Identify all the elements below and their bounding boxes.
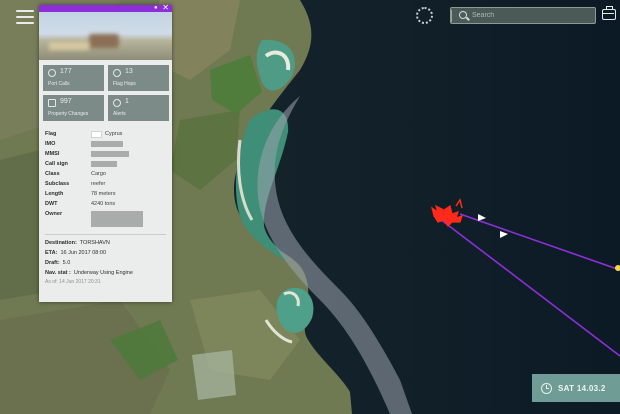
pin-icon[interactable]: ● bbox=[154, 5, 160, 11]
detail-label: Owner bbox=[45, 211, 63, 217]
tile-property-changes[interactable]: 997 Property Changes bbox=[43, 95, 104, 121]
redacted-value bbox=[91, 161, 117, 167]
detail-label: Flag bbox=[45, 131, 57, 137]
detail-row-flag: Flag Cyprus bbox=[45, 129, 166, 139]
tile-count: 1 bbox=[125, 98, 129, 105]
detail-label: Call sign bbox=[45, 161, 68, 167]
detail-row-imo: IMO bbox=[45, 139, 166, 149]
tile-label: Alerts bbox=[113, 111, 126, 117]
detail-row-subclass: Subclass reefer bbox=[45, 179, 166, 189]
search-input[interactable] bbox=[472, 12, 592, 19]
menu-icon[interactable] bbox=[16, 10, 34, 24]
detail-row-class: Class Cargo bbox=[45, 169, 166, 179]
voyage-label: ETA: bbox=[45, 250, 58, 256]
flag-image bbox=[91, 130, 102, 138]
panel-header-bar: ● ✕ bbox=[39, 4, 172, 12]
voyage-value: Underway Using Engine bbox=[73, 270, 133, 276]
vessel-details: Flag Cyprus IMO MMSI Call sign Class Car… bbox=[39, 125, 172, 229]
id-card-icon bbox=[48, 99, 56, 107]
voyage-eta: ETA: 16 Jun 2017 08:00 bbox=[45, 248, 166, 258]
detail-value: Cargo bbox=[91, 171, 106, 177]
bell-icon bbox=[113, 99, 121, 107]
detail-label: IMO bbox=[45, 141, 56, 147]
direction-arrow-icon bbox=[478, 214, 486, 221]
clock-icon bbox=[541, 382, 552, 394]
loading-icon bbox=[416, 7, 433, 24]
tile-count: 13 bbox=[125, 68, 133, 75]
position-dot bbox=[615, 265, 620, 271]
voyage-draft: Draft: 5.0 bbox=[45, 258, 166, 268]
detail-label: Length bbox=[45, 191, 64, 197]
tile-flag-hops[interactable]: 13 Flag Hops bbox=[108, 65, 169, 91]
divider bbox=[45, 234, 166, 235]
tile-port-calls[interactable]: 177 Port Calls bbox=[43, 65, 104, 91]
timeline-date: SAT 14.03.2 bbox=[558, 383, 606, 393]
last-updated: As of: 14 Jun 2017 20:31 bbox=[45, 279, 101, 285]
tile-count: 177 bbox=[60, 68, 72, 75]
close-icon[interactable]: ✕ bbox=[162, 4, 169, 12]
detail-label: Subclass bbox=[45, 181, 70, 187]
detail-row-callsign: Call sign bbox=[45, 159, 166, 169]
search-divider bbox=[451, 9, 452, 22]
tile-label: Flag Hops bbox=[113, 81, 136, 87]
redacted-value bbox=[91, 141, 123, 147]
voyage-label: Destination: bbox=[45, 240, 77, 246]
tile-label: Property Changes bbox=[48, 111, 89, 117]
detail-label: DWT bbox=[45, 201, 58, 207]
search-bar[interactable] bbox=[450, 7, 596, 24]
detail-label: MMSI bbox=[45, 151, 60, 157]
vessel-info-panel: ● ✕ 177 Port Calls 13 Flag Hops 997 Prop… bbox=[39, 4, 172, 302]
redacted-value bbox=[91, 151, 129, 157]
direction-arrow-icon bbox=[500, 231, 508, 238]
detail-row-length: Length 78 meters bbox=[45, 189, 166, 199]
redacted-value bbox=[91, 211, 143, 227]
voyage-label: Nav. stat : bbox=[45, 270, 71, 276]
tile-label: Port Calls bbox=[48, 81, 70, 87]
detail-row-dwt: DWT 4240 tons bbox=[45, 199, 166, 209]
timeline-date-button[interactable]: SAT 14.03.2 bbox=[532, 374, 620, 402]
detail-row-mmsi: MMSI bbox=[45, 149, 166, 159]
vessel-photo bbox=[39, 12, 172, 60]
detail-value: Cyprus bbox=[105, 131, 123, 137]
briefcase-icon[interactable] bbox=[602, 6, 616, 20]
detail-value: reefer bbox=[91, 181, 106, 187]
vessel-track-cluster bbox=[431, 204, 463, 227]
voyage-nav-status: Nav. stat : Underway Using Engine bbox=[45, 268, 166, 278]
voyage-value: 16 Jun 2017 08:00 bbox=[60, 250, 107, 256]
voyage-destination: Destination: TORSHAVN bbox=[45, 238, 166, 248]
tile-alerts[interactable]: 1 Alerts bbox=[108, 95, 169, 121]
voyage-value: 5.0 bbox=[62, 260, 71, 266]
tile-count: 997 bbox=[60, 98, 72, 105]
voyage-value: TORSHAVN bbox=[79, 240, 110, 246]
detail-value: 4240 tons bbox=[91, 201, 116, 207]
vessel-stats-tiles: 177 Port Calls 13 Flag Hops 997 Property… bbox=[39, 60, 172, 125]
detail-label: Class bbox=[45, 171, 60, 177]
voyage-label: Draft: bbox=[45, 260, 60, 266]
search-icon bbox=[456, 8, 472, 23]
route-line-upper bbox=[459, 213, 620, 271]
anchor-icon bbox=[48, 69, 56, 77]
detail-row-owner: Owner bbox=[45, 209, 166, 229]
detail-value: 78 meters bbox=[91, 191, 116, 197]
voyage-info: Destination: TORSHAVN ETA: 16 Jun 2017 08:… bbox=[39, 238, 172, 278]
flag-icon bbox=[113, 69, 121, 77]
